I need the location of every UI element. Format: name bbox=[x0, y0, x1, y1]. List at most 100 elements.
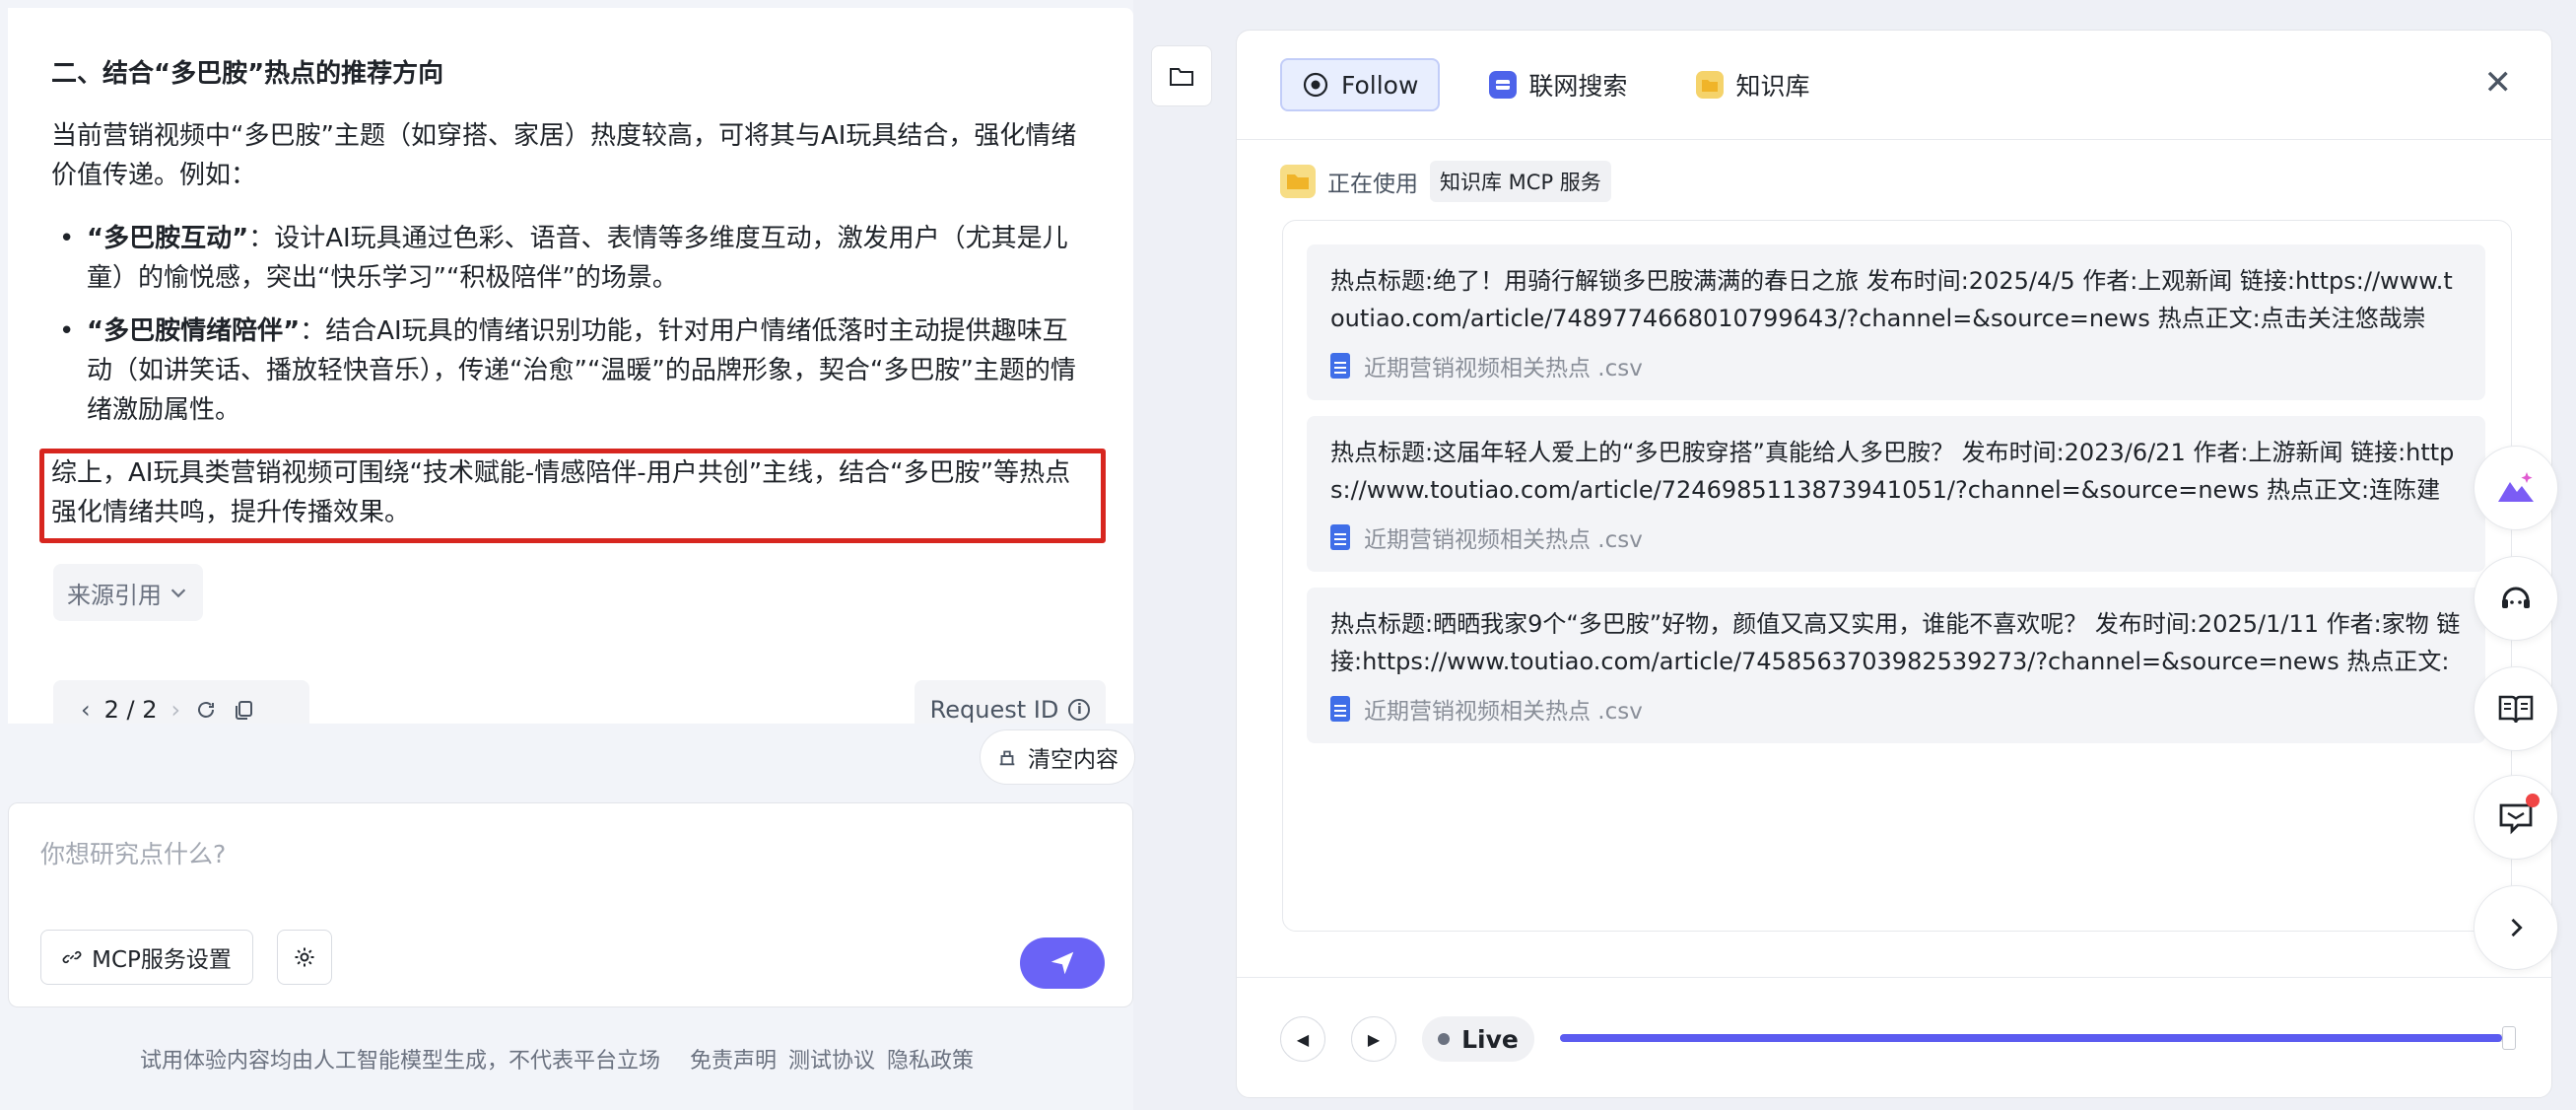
link-icon bbox=[62, 950, 82, 964]
close-icon[interactable]: ✕ bbox=[2484, 66, 2513, 100]
bullet-text: ：结合AI玩具的情绪识别功能，针对用户情绪低落时主动提供趣味互 bbox=[300, 316, 1068, 346]
chevron-left-icon[interactable]: ‹ bbox=[81, 696, 91, 724]
source-citation-button[interactable]: 来源引用 bbox=[53, 564, 203, 621]
folder-icon bbox=[1280, 165, 1316, 198]
playback-progress-slider[interactable] bbox=[1560, 1026, 2516, 1050]
tab-knowledge-base[interactable]: 知识库 bbox=[1676, 58, 1829, 111]
info-icon: i bbox=[1068, 699, 1091, 721]
live-button[interactable]: Live bbox=[1422, 1016, 1534, 1062]
toggle-side-panel-button[interactable] bbox=[1151, 45, 1212, 106]
bullet-text: 童）的愉悦感，突出“快乐学习”“积极陪伴”的场景。 bbox=[87, 263, 678, 293]
chat-panel: 二、结合“多巴胺”热点的推荐方向 当前营销视频中“多巴胺”主题（如穿搭、家居）热… bbox=[0, 0, 1135, 1110]
result-source-file[interactable]: 近期营销视频相关热点 .csv bbox=[1330, 520, 2462, 554]
settings-button[interactable] bbox=[277, 930, 332, 985]
bullet-text: 动（如讲笑话、播放轻快音乐），传递“治愈”“温暖”的品牌形象，契合“多巴胺”主题… bbox=[87, 356, 1076, 385]
copy-icon[interactable] bbox=[232, 698, 255, 722]
result-text: 热点标题:绝了！用骑行解锁多巴胺满满的春日之旅 发布时间:2025/4/5 作者… bbox=[1330, 267, 2453, 332]
next-step-button[interactable]: ▶ bbox=[1351, 1016, 1396, 1062]
result-file-name: 近期营销视频相关热点 .csv bbox=[1364, 527, 1643, 553]
using-label: 正在使用 bbox=[1327, 172, 1418, 197]
chevron-right-icon bbox=[2511, 918, 2523, 937]
clear-content-label: 清空内容 bbox=[1028, 747, 1119, 773]
section-title: 二、结合“多巴胺”热点的推荐方向 bbox=[51, 59, 444, 89]
progress-fill bbox=[1560, 1034, 2503, 1042]
result-card[interactable]: 热点标题:晒晒我家9个“多巴胺”好物，颜值又高又实用，谁能不喜欢呢？ 发布时间:… bbox=[1307, 588, 2485, 743]
result-source-file[interactable]: 近期营销视频相关热点 .csv bbox=[1330, 349, 2462, 382]
document-icon bbox=[1330, 353, 1350, 379]
notification-badge bbox=[2526, 794, 2540, 807]
result-file-name: 近期营销视频相关热点 .csv bbox=[1364, 356, 1643, 382]
chevron-right-icon[interactable]: › bbox=[171, 696, 181, 724]
bullet-term: “多巴胺情绪陪伴” bbox=[87, 316, 301, 346]
panel-tabs: Follow 联网搜索 知识库 bbox=[1280, 58, 1829, 111]
highlight-box bbox=[39, 449, 1106, 543]
result-source-file[interactable]: 近期营销视频相关热点 .csv bbox=[1330, 692, 2462, 726]
divider bbox=[1237, 139, 2551, 140]
chat-message-area: 二、结合“多巴胺”热点的推荐方向 当前营销视频中“多巴胺”主题（如穿搭、家居）热… bbox=[8, 8, 1133, 724]
expand-panel-button[interactable] bbox=[2474, 885, 2558, 970]
send-button[interactable] bbox=[1020, 937, 1105, 989]
mcp-settings-button[interactable]: MCP服务设置 bbox=[40, 930, 253, 985]
footer: 试用体验内容均由人工智能模型生成，不代表平台立场 免责声明 测试协议 隐私政策 bbox=[140, 1043, 974, 1075]
request-id-button[interactable]: Request ID i bbox=[915, 680, 1106, 724]
knowledge-results: 热点标题:绝了！用骑行解锁多巴胺满满的春日之旅 发布时间:2025/4/5 作者… bbox=[1282, 220, 2512, 932]
bullet-text: ：设计AI玩具通过色彩、语音、表情等多维度互动，激发用户（尤其是儿 bbox=[248, 224, 1068, 253]
bullet-item: “多巴胺互动”：设计AI玩具通过色彩、语音、表情等多维度互动，激发用户（尤其是儿… bbox=[59, 219, 1094, 298]
previous-step-button[interactable]: ◀ bbox=[1280, 1016, 1325, 1062]
open-book-icon bbox=[2498, 695, 2534, 724]
result-file-name: 近期营销视频相关热点 .csv bbox=[1364, 699, 1643, 725]
paper-plane-icon bbox=[1051, 951, 1074, 975]
live-label: Live bbox=[1461, 1024, 1519, 1054]
caret-right-icon: ▶ bbox=[1367, 1029, 1381, 1049]
gear-icon bbox=[295, 947, 314, 967]
web-search-icon bbox=[1489, 71, 1518, 99]
active-service-indicator: 正在使用 知识库 MCP 服务 bbox=[1280, 161, 1611, 202]
folder-icon bbox=[1696, 71, 1725, 99]
broom-icon bbox=[999, 750, 1015, 766]
ai-assistant-button[interactable] bbox=[2474, 446, 2558, 530]
service-pill: 知识库 MCP 服务 bbox=[1430, 161, 1611, 202]
divider bbox=[1237, 977, 2551, 978]
follow-panel: Follow 联网搜索 知识库 ✕ 正在使用 知识库 MCP 服务 热点标题:绝… bbox=[1236, 30, 2552, 1098]
footer-links: 免责声明 测试协议 隐私政策 bbox=[690, 1043, 974, 1075]
request-id-label: Request ID bbox=[929, 696, 1059, 724]
bullet-text: 绪激励属性。 bbox=[87, 395, 241, 425]
intro-line: 当前营销视频中“多巴胺”主题（如穿搭、家居）热度较高，可将其与AI玩具结合，强化… bbox=[51, 121, 1077, 151]
document-icon bbox=[1330, 696, 1350, 722]
query-input-box[interactable]: 你想研究点什么? MCP服务设置 bbox=[8, 802, 1133, 1007]
chevron-down-icon bbox=[170, 589, 186, 598]
tab-follow[interactable]: Follow bbox=[1280, 58, 1441, 111]
refresh-icon[interactable] bbox=[194, 698, 218, 722]
bullet-item: “多巴胺情绪陪伴”：结合AI玩具的情绪识别功能，针对用户情绪低落时主动提供趣味互… bbox=[59, 312, 1094, 430]
clear-content-button[interactable]: 清空内容 bbox=[980, 729, 1135, 785]
footer-disclaimer-note: 试用体验内容均由人工智能模型生成，不代表平台立场 bbox=[140, 1049, 661, 1074]
tab-label: 知识库 bbox=[1735, 72, 1810, 101]
ai-mountain-sparkle-icon bbox=[2498, 472, 2534, 502]
footer-link-disclaimer[interactable]: 免责声明 bbox=[690, 1043, 777, 1075]
feedback-button[interactable] bbox=[2474, 775, 2558, 860]
answer-pager: ‹ 2 / 2 › bbox=[53, 680, 309, 724]
footer-link-test-agreement[interactable]: 测试协议 bbox=[788, 1043, 875, 1075]
progress-handle[interactable] bbox=[2502, 1026, 2516, 1050]
intro-line: 价值传递。例如： bbox=[51, 161, 257, 190]
mcp-settings-label: MCP服务设置 bbox=[92, 947, 232, 973]
folder-icon bbox=[1170, 68, 1193, 86]
bullet-term: “多巴胺互动” bbox=[87, 224, 249, 253]
result-text: 热点标题:这届年轻人爱上的“多巴胺穿搭”真能给人多巴胺？ 发布时间:2023/6… bbox=[1330, 439, 2455, 504]
source-label: 来源引用 bbox=[67, 581, 162, 609]
customer-support-button[interactable] bbox=[2474, 556, 2558, 641]
intro-paragraph: 当前营销视频中“多巴胺”主题（如穿搭、家居）热度较高，可将其与AI玩具结合，强化… bbox=[51, 116, 1116, 195]
document-icon bbox=[1330, 524, 1350, 550]
headset-icon bbox=[2502, 587, 2530, 608]
live-dot-icon bbox=[1438, 1033, 1451, 1045]
documentation-button[interactable] bbox=[2474, 666, 2558, 751]
follow-target-icon bbox=[1303, 72, 1328, 98]
result-card[interactable]: 热点标题:这届年轻人爱上的“多巴胺穿搭”真能给人多巴胺？ 发布时间:2023/6… bbox=[1307, 416, 2485, 572]
result-card[interactable]: 热点标题:绝了！用骑行解锁多巴胺满满的春日之旅 发布时间:2025/4/5 作者… bbox=[1307, 244, 2485, 400]
caret-left-icon: ◀ bbox=[1296, 1029, 1310, 1049]
pager-count: 2 / 2 bbox=[103, 696, 158, 724]
footer-link-privacy[interactable]: 隐私政策 bbox=[887, 1043, 974, 1075]
query-input-placeholder[interactable]: 你想研究点什么? bbox=[40, 835, 226, 870]
tab-web-search[interactable]: 联网搜索 bbox=[1469, 58, 1647, 111]
tab-label: Follow bbox=[1341, 70, 1419, 100]
